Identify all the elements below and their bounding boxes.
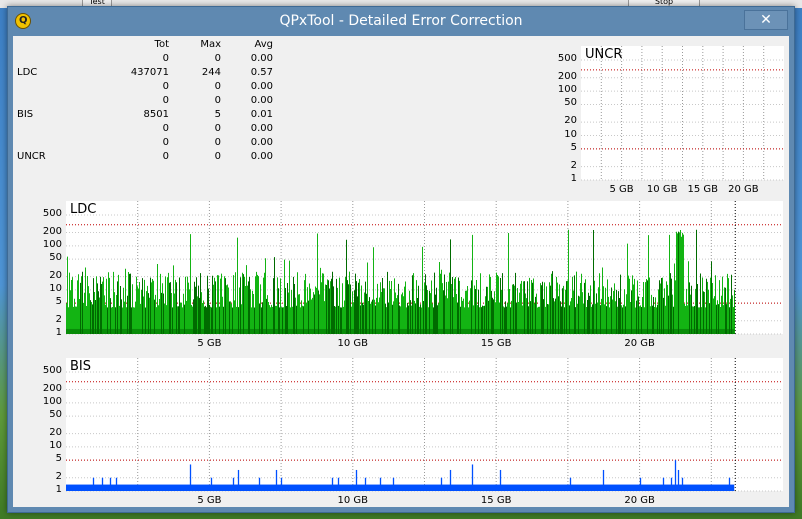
y-tick-label: 2 xyxy=(55,470,62,482)
stats-row-avg: 0.57 xyxy=(250,67,273,78)
y-tick-label: 50 xyxy=(49,252,62,264)
stats-row-tot: 0 xyxy=(162,81,169,92)
error-correction-window: Q QPxTool - Detailed Error Correction ✕ … xyxy=(7,6,795,513)
stats-row-avg: 0.01 xyxy=(250,109,273,120)
y-tick-label: 100 xyxy=(42,395,62,407)
close-button[interactable]: ✕ xyxy=(744,10,788,30)
y-tick-label: 5 xyxy=(570,141,577,153)
y-tick-label: 100 xyxy=(557,84,577,96)
x-tick-label: 20 GB xyxy=(624,495,655,506)
y-tick-label: 1 xyxy=(570,173,577,184)
x-tick-label: 15 GB xyxy=(687,184,719,195)
stats-row-max: 0 xyxy=(214,151,221,162)
y-tick-label: 500 xyxy=(42,208,62,219)
x-tick-label: 5 GB xyxy=(197,338,222,349)
stats-row-tot: 0 xyxy=(162,151,169,162)
x-tick-label: 10 GB xyxy=(337,495,369,506)
header-avg: Avg xyxy=(254,39,273,50)
x-tick-label: 5 GB xyxy=(609,184,634,195)
x-tick-label: 5 GB xyxy=(197,495,222,506)
stats-row: 0 0 0.00 xyxy=(13,94,273,108)
stats-row-max: 0 xyxy=(214,137,221,148)
stats-row-avg: 0.00 xyxy=(250,151,273,162)
stats-row-max: 0 xyxy=(214,95,221,106)
title-bar[interactable]: Q QPxTool - Detailed Error Correction ✕ xyxy=(8,7,794,35)
stats-row: 0 0 0.00 xyxy=(13,136,273,150)
stats-row-max: 244 xyxy=(201,67,221,78)
x-tick-label: 15 GB xyxy=(480,338,512,349)
stats-row-tot: 0 xyxy=(162,123,169,134)
y-tick-label: 200 xyxy=(557,70,577,82)
uncr-chart: UNCR 500 200 100 50 20 10 5 2 1 5 GB 10 GB 15 GB 20 G… xyxy=(531,36,787,195)
stats-row-max: 0 xyxy=(214,53,221,64)
y-tick-label: 5 xyxy=(55,453,62,465)
y-tick-label: 100 xyxy=(42,238,62,250)
x-tick-label: 15 GB xyxy=(480,495,512,506)
x-tick-label: 10 GB xyxy=(337,338,369,349)
y-tick-label: 20 xyxy=(49,426,62,438)
window-client-area: Tot Max Avg 0 0 0.00 LDC 437071 244 0.57 0 0 0.00… xyxy=(13,36,789,507)
stats-row-avg: 0.00 xyxy=(250,95,273,106)
y-tick-label: 5 xyxy=(55,296,62,308)
stats-row-avg: 0.00 xyxy=(250,53,273,64)
stats-row-tot: 0 xyxy=(162,137,169,148)
stats-row: LDC 437071 244 0.57 xyxy=(13,66,273,80)
chart-title: UNCR xyxy=(585,47,623,62)
stats-row: 0 0 0.00 xyxy=(13,52,273,66)
y-tick-label: 200 xyxy=(42,225,62,237)
y-tick-label: 10 xyxy=(564,128,577,140)
stats-row-tot: 0 xyxy=(162,53,169,64)
y-tick-label: 1 xyxy=(55,327,62,338)
stats-row-max: 5 xyxy=(214,109,221,120)
stats-header-row: Tot Max Avg xyxy=(13,38,273,52)
stats-row-tot: 437071 xyxy=(130,67,169,78)
header-tot: Tot xyxy=(154,39,169,50)
chart-title: LDC xyxy=(70,202,97,217)
y-tick-label: 10 xyxy=(49,439,62,451)
x-tick-label: 20 GB xyxy=(728,184,759,195)
stats-row-tot: 0 xyxy=(162,95,169,106)
stats-row-label: UNCR xyxy=(17,151,46,162)
stats-row-label: BIS xyxy=(17,109,34,120)
stats-row: UNCR 0 0 0.00 xyxy=(13,150,273,164)
y-tick-label: 10 xyxy=(49,282,62,294)
stats-table: Tot Max Avg 0 0 0.00 LDC 437071 244 0.57 0 0 0.00… xyxy=(13,38,273,164)
header-max: Max xyxy=(200,39,221,50)
x-tick-label: 20 GB xyxy=(624,338,655,349)
window-title: QPxTool - Detailed Error Correction xyxy=(279,13,523,29)
y-tick-label: 1 xyxy=(55,484,62,495)
ldc-chart: LDC 500 200 100 50 20 10 5 2 1 5 GB 10 GB 15 GB 20 GB xyxy=(13,195,789,350)
stats-row-max: 0 xyxy=(214,123,221,134)
y-tick-label: 50 xyxy=(49,409,62,421)
stats-row: 0 0 0.00 xyxy=(13,80,273,94)
y-tick-label: 2 xyxy=(570,159,577,171)
stats-row-max: 0 xyxy=(214,81,221,92)
stats-row-avg: 0.00 xyxy=(250,137,273,148)
y-tick-label: 50 xyxy=(564,97,577,109)
y-tick-label: 2 xyxy=(55,313,62,325)
bis-chart: BIS 500 200 100 50 20 10 5 2 1 5 GB 10 GB 15 GB 20 GB xyxy=(13,352,789,507)
y-tick-label: 500 xyxy=(42,365,62,376)
stats-row: 0 0 0.00 xyxy=(13,122,273,136)
y-tick-label: 20 xyxy=(564,115,577,127)
x-tick-label: 10 GB xyxy=(646,184,678,195)
y-tick-label: 200 xyxy=(42,382,62,394)
bis-baseline xyxy=(66,484,735,491)
stats-row-avg: 0.00 xyxy=(250,123,273,134)
y-tick-label: 500 xyxy=(557,53,577,64)
chart-title: BIS xyxy=(70,359,92,374)
stats-row-avg: 0.00 xyxy=(250,81,273,92)
y-tick-label: 20 xyxy=(49,269,62,281)
stats-row-label: LDC xyxy=(17,67,38,78)
stats-row: BIS 8501 5 0.01 xyxy=(13,108,273,122)
stats-row-tot: 8501 xyxy=(143,109,169,120)
ldc-baseline xyxy=(66,328,735,334)
